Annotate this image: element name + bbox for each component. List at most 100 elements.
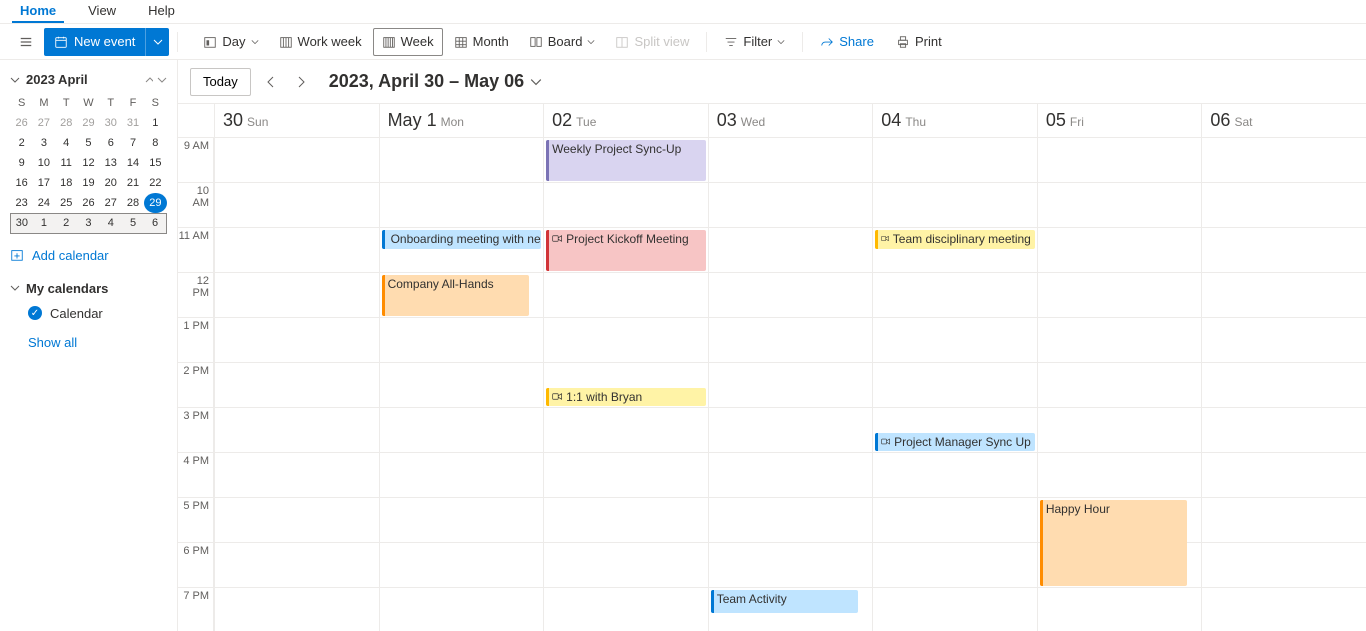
- time-slot[interactable]: [380, 543, 544, 588]
- time-slot[interactable]: [380, 318, 544, 363]
- time-slot[interactable]: [709, 183, 873, 228]
- tab-help[interactable]: Help: [140, 0, 183, 23]
- time-slot[interactable]: [215, 318, 379, 363]
- day-header[interactable]: 04Thu: [872, 104, 1037, 137]
- time-slot[interactable]: [215, 453, 379, 498]
- time-slot[interactable]: [1202, 588, 1366, 631]
- time-slot[interactable]: [1202, 408, 1366, 453]
- time-slot[interactable]: [544, 273, 708, 318]
- mini-day[interactable]: 9: [11, 153, 33, 173]
- time-slot[interactable]: [709, 363, 873, 408]
- time-slot[interactable]: [873, 498, 1037, 543]
- time-slot[interactable]: [873, 453, 1037, 498]
- time-slot[interactable]: [380, 183, 544, 228]
- calendar-event[interactable]: Project Manager Sync Up: [875, 433, 1035, 452]
- mini-day[interactable]: 30: [11, 213, 33, 233]
- time-slot[interactable]: [709, 318, 873, 363]
- time-slot[interactable]: [873, 273, 1037, 318]
- day-column-sun[interactable]: [214, 138, 379, 631]
- mini-day[interactable]: 15: [144, 153, 166, 173]
- time-slot[interactable]: [544, 183, 708, 228]
- time-slot[interactable]: [544, 453, 708, 498]
- time-slot[interactable]: [1038, 273, 1202, 318]
- time-slot[interactable]: [380, 588, 544, 631]
- mini-day[interactable]: 25: [55, 193, 77, 213]
- day-column-sat[interactable]: [1201, 138, 1366, 631]
- mini-day[interactable]: 8: [144, 133, 166, 153]
- time-slot[interactable]: [1038, 588, 1202, 631]
- tab-home[interactable]: Home: [12, 0, 64, 23]
- mini-day[interactable]: 11: [55, 153, 77, 173]
- prev-week[interactable]: [261, 68, 281, 96]
- mini-day[interactable]: 4: [55, 133, 77, 153]
- print-button[interactable]: Print: [887, 28, 951, 56]
- day-column-thu[interactable]: Team disciplinary meetingProject Manager…: [872, 138, 1037, 631]
- time-slot[interactable]: [215, 408, 379, 453]
- time-slot[interactable]: [544, 318, 708, 363]
- time-slot[interactable]: [215, 498, 379, 543]
- view-week[interactable]: Week: [373, 28, 443, 56]
- filter-button[interactable]: Filter: [715, 28, 794, 56]
- time-slot[interactable]: [1038, 408, 1202, 453]
- view-workweek[interactable]: Work week: [270, 28, 371, 56]
- time-slot[interactable]: [873, 318, 1037, 363]
- calendar-event[interactable]: Team Activity: [711, 590, 858, 613]
- time-slot[interactable]: [380, 498, 544, 543]
- mini-day[interactable]: 23: [11, 193, 33, 213]
- mini-day[interactable]: 6: [100, 133, 122, 153]
- time-slot[interactable]: [1038, 453, 1202, 498]
- time-slot[interactable]: [1202, 318, 1366, 363]
- time-slot[interactable]: [709, 453, 873, 498]
- time-slot[interactable]: [1202, 228, 1366, 273]
- time-slot[interactable]: [709, 273, 873, 318]
- day-header[interactable]: 06Sat: [1201, 104, 1366, 137]
- mini-day[interactable]: 5: [77, 133, 99, 153]
- time-slot[interactable]: [873, 183, 1037, 228]
- calendar-event[interactable]: Happy Hour: [1040, 500, 1187, 586]
- mini-next-month[interactable]: [157, 75, 167, 85]
- mini-day[interactable]: 19: [77, 173, 99, 193]
- calendar-event[interactable]: Company All-Hands: [382, 275, 529, 316]
- mini-day[interactable]: 22: [144, 173, 166, 193]
- time-slot[interactable]: [709, 408, 873, 453]
- time-slot[interactable]: [1202, 498, 1366, 543]
- time-slot[interactable]: [215, 588, 379, 631]
- day-column-wed[interactable]: Team Activity: [708, 138, 873, 631]
- mini-day[interactable]: 1: [33, 213, 55, 233]
- time-slot[interactable]: [215, 363, 379, 408]
- view-day[interactable]: Day: [194, 28, 267, 56]
- new-event-dropdown[interactable]: [145, 28, 169, 56]
- mini-day[interactable]: 29: [77, 113, 99, 133]
- time-slot[interactable]: [544, 498, 708, 543]
- day-header[interactable]: 30Sun: [214, 104, 379, 137]
- day-column-tue[interactable]: Weekly Project Sync-UpProject Kickoff Me…: [543, 138, 708, 631]
- day-header[interactable]: 03Wed: [708, 104, 873, 137]
- time-slot[interactable]: [709, 228, 873, 273]
- mini-day[interactable]: 10: [33, 153, 55, 173]
- day-column-mon[interactable]: Onboarding meeting with neCompany All-Ha…: [379, 138, 544, 631]
- date-range-title[interactable]: 2023, April 30 – May 06: [329, 71, 542, 92]
- today-button[interactable]: Today: [190, 68, 251, 96]
- my-calendars-section[interactable]: My calendars: [10, 281, 167, 296]
- mini-day[interactable]: 30: [100, 113, 122, 133]
- mini-prev-month[interactable]: [143, 75, 153, 85]
- add-calendar-link[interactable]: Add calendar: [10, 248, 167, 263]
- time-slot[interactable]: [709, 543, 873, 588]
- mini-day[interactable]: 31: [122, 113, 144, 133]
- mini-day[interactable]: 5: [122, 213, 144, 233]
- time-slot[interactable]: [873, 363, 1037, 408]
- time-slot[interactable]: [1202, 363, 1366, 408]
- mini-day[interactable]: 6: [144, 213, 166, 233]
- calendar-grid[interactable]: 9 AM10 AM11 AM12 PM1 PM2 PM3 PM4 PM5 PM6…: [178, 138, 1366, 631]
- time-slot[interactable]: [1038, 363, 1202, 408]
- mini-day[interactable]: 21: [122, 173, 144, 193]
- tab-view[interactable]: View: [80, 0, 124, 23]
- time-slot[interactable]: [544, 543, 708, 588]
- share-button[interactable]: Share: [811, 28, 883, 56]
- next-week[interactable]: [291, 68, 311, 96]
- time-slot[interactable]: [873, 138, 1037, 183]
- mini-day[interactable]: 1: [144, 113, 166, 133]
- calendar-item[interactable]: ✓ Calendar: [10, 306, 167, 321]
- mini-day[interactable]: 7: [122, 133, 144, 153]
- time-slot[interactable]: [380, 363, 544, 408]
